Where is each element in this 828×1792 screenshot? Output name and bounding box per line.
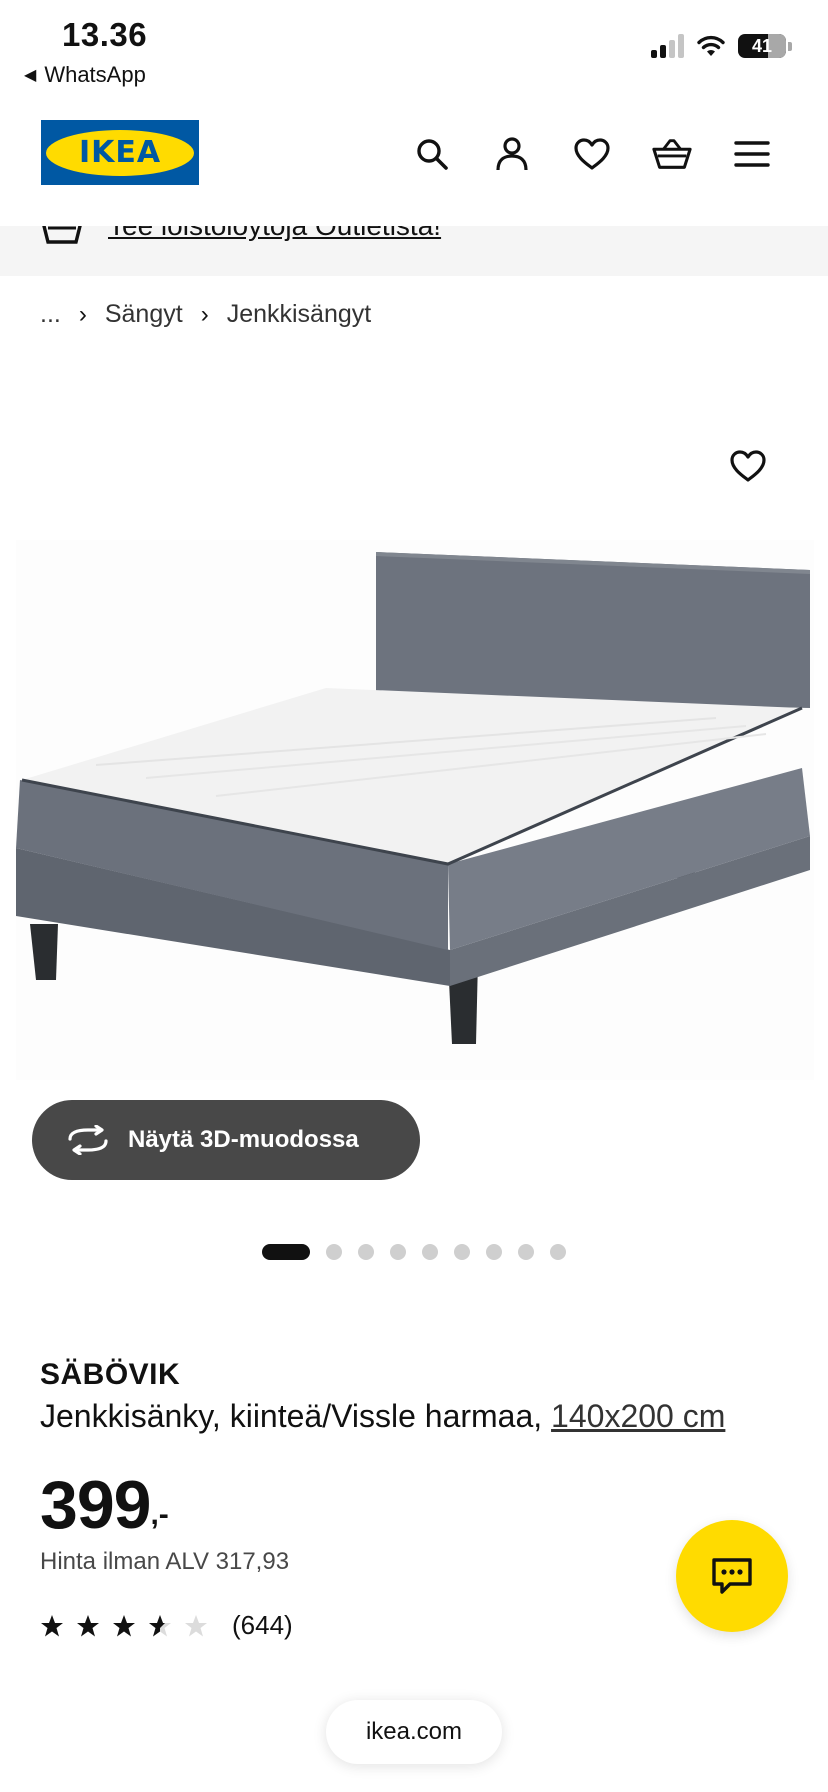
site-header: IKEA: [0, 96, 828, 226]
status-bar: 13.36 ◀ WhatsApp 41: [0, 0, 828, 96]
header-actions: [412, 134, 772, 174]
status-time: 13.36: [62, 16, 148, 53]
price-integer: 399: [40, 1467, 151, 1543]
battery-icon: 41: [738, 34, 786, 58]
size-link[interactable]: 140x200 cm: [551, 1398, 725, 1434]
outlet-basket-icon: [42, 226, 82, 244]
promo-content: Tee loistolöytöjä Outletista!: [40, 226, 441, 248]
favourites-button[interactable]: [572, 134, 612, 174]
carousel-dot[interactable]: [422, 1244, 438, 1260]
browser-url-bar[interactable]: ikea.com: [326, 1700, 502, 1764]
ikea-logo[interactable]: IKEA: [41, 120, 199, 185]
breadcrumb-item-jenkkisangyt[interactable]: Jenkkisängyt: [227, 300, 372, 329]
chat-button[interactable]: [676, 1520, 788, 1632]
carousel-dot[interactable]: [486, 1244, 502, 1260]
promo-banner[interactable]: Tee loistolöytöjä Outletista!: [0, 226, 828, 276]
star-full-icon: [41, 1614, 63, 1636]
carousel-dot[interactable]: [550, 1244, 566, 1260]
back-app-label: WhatsApp: [44, 62, 146, 87]
product-name: SÄBÖVIK: [40, 1358, 181, 1391]
image-carousel-dots[interactable]: [262, 1244, 566, 1260]
product-price: 399 ,-: [40, 1466, 169, 1544]
star-full-icon: [113, 1614, 135, 1636]
battery-tip: [788, 41, 792, 51]
rotate-3d-icon: [68, 1125, 108, 1155]
view-3d-button[interactable]: Näytä 3D-muodossa: [32, 1100, 420, 1180]
carousel-dot[interactable]: [358, 1244, 374, 1260]
rating-stars: [40, 1614, 208, 1638]
menu-button[interactable]: [732, 134, 772, 174]
carousel-dot[interactable]: [262, 1244, 310, 1260]
product-description: Jenkkisänky, kiinteä/Vissle harmaa, 140x…: [40, 1398, 725, 1435]
user-icon: [496, 137, 528, 171]
carousel-dot[interactable]: [326, 1244, 342, 1260]
search-icon: [417, 139, 448, 170]
chevron-right-icon: ›: [78, 300, 87, 328]
back-to-app-link[interactable]: ◀ WhatsApp: [24, 62, 146, 88]
promo-link[interactable]: Tee loistolöytöjä Outletista!: [108, 226, 441, 242]
heart-icon: [730, 450, 766, 482]
chat-bubble-icon: [712, 1558, 752, 1594]
cellular-signal-icon: [651, 34, 684, 58]
product-image-bed[interactable]: [16, 540, 814, 1080]
logo-oval: IKEA: [46, 129, 194, 176]
carousel-dot[interactable]: [518, 1244, 534, 1260]
add-to-favourites-button[interactable]: [726, 444, 770, 488]
basket-icon: [652, 139, 692, 169]
back-triangle-icon: ◀: [24, 67, 37, 84]
wifi-icon: [697, 35, 725, 56]
view-3d-label: Näytä 3D-muodossa: [128, 1126, 359, 1153]
star-full-icon: [77, 1614, 99, 1636]
product-description-text: Jenkkisänky, kiinteä/Vissle harmaa,: [40, 1398, 543, 1434]
search-button[interactable]: [412, 134, 452, 174]
star-half-icon: [149, 1614, 171, 1636]
carousel-dot[interactable]: [390, 1244, 406, 1260]
review-count[interactable]: (644): [232, 1610, 293, 1641]
heart-icon: [574, 138, 610, 170]
price-without-vat: Hinta ilman ALV 317,93: [40, 1548, 290, 1575]
basket-button[interactable]: [652, 134, 692, 174]
breadcrumb-item-sangyt[interactable]: Sängyt: [105, 300, 183, 329]
logo-text: IKEA: [78, 135, 162, 170]
star-empty-icon: [185, 1614, 207, 1636]
menu-icon: [734, 141, 770, 167]
breadcrumb: ... › Sängyt › Jenkkisängyt: [40, 300, 371, 329]
carousel-dot[interactable]: [454, 1244, 470, 1260]
system-icons: 41: [651, 34, 792, 58]
account-button[interactable]: [492, 134, 532, 174]
price-suffix: ,-: [150, 1498, 169, 1531]
url-text: ikea.com: [365, 1718, 463, 1745]
chevron-right-icon: ›: [200, 300, 209, 328]
battery-level: 41: [751, 35, 773, 56]
product-rating[interactable]: (644): [40, 1610, 293, 1641]
breadcrumb-ellipsis[interactable]: ...: [40, 300, 61, 329]
